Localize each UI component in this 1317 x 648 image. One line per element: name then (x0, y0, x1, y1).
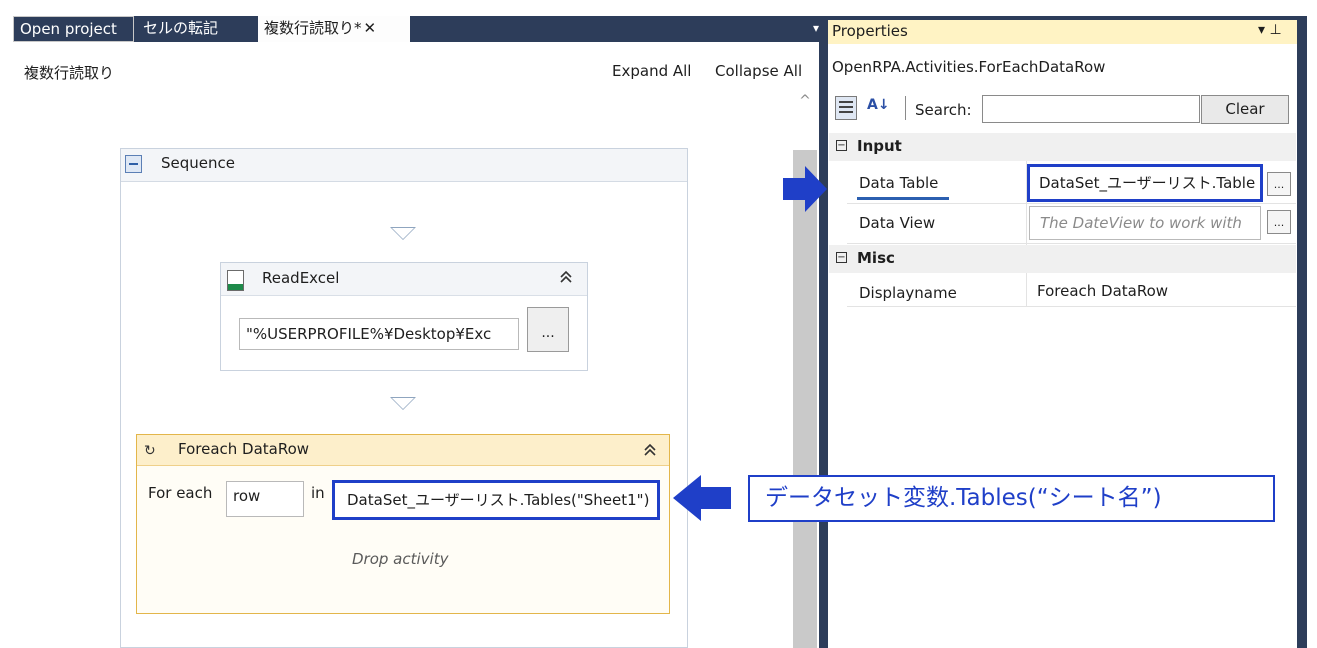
clear-button[interactable]: Clear (1201, 95, 1289, 124)
loop-icon: ↻ (144, 443, 156, 459)
collapse-chevron-icon[interactable] (559, 270, 573, 288)
collapse-chevron-icon[interactable] (643, 443, 657, 461)
collapse-toggle-icon[interactable]: − (836, 140, 847, 151)
sort-alphabetical-icon[interactable]: A↓ (867, 97, 890, 113)
property-value-data-view[interactable]: The DateView to work with (1029, 206, 1261, 240)
ellipsis-button[interactable]: ... (1267, 210, 1291, 234)
pin-icon[interactable]: ▾ ⊥ (1258, 22, 1282, 38)
excel-icon (227, 270, 244, 291)
tab-cell-transfer[interactable]: セルの転記 (137, 16, 255, 42)
sequence-icon (125, 155, 142, 173)
tab-label: 複数行読取り* (264, 19, 362, 37)
item-variable-input[interactable]: row (226, 481, 304, 517)
close-icon[interactable]: ✕ (364, 19, 377, 37)
browse-button[interactable]: ... (527, 307, 569, 352)
for-each-label: For each (148, 484, 213, 502)
categorized-view-icon[interactable] (835, 96, 857, 120)
excel-path-input[interactable]: "%USERPROFILE%¥Desktop¥Exc (239, 318, 519, 350)
collapse-all-button[interactable]: Collapse All (715, 62, 802, 80)
read-excel-title: ReadExcel (262, 269, 340, 287)
top-margin (0, 0, 1317, 16)
property-name-data-view[interactable]: Data View (859, 214, 935, 232)
row-divider (847, 306, 1296, 307)
right-margin (1307, 0, 1317, 648)
breadcrumb[interactable]: 複数行読取り (24, 62, 114, 83)
search-label: Search: (915, 101, 972, 119)
row-divider (847, 203, 1296, 204)
tab-open-project[interactable]: Open project (13, 16, 134, 42)
toolbar-divider (905, 96, 906, 120)
datatable-expression-input[interactable]: DataSet_ユーザーリスト.Tables("Sheet1") (332, 480, 660, 520)
scrollbar-thumb[interactable] (793, 150, 817, 648)
property-value-displayname[interactable]: Foreach DataRow (1037, 282, 1168, 300)
foreach-title: Foreach DataRow (178, 440, 310, 458)
ellipsis-button[interactable]: ... (1267, 172, 1291, 196)
selected-underline (857, 197, 949, 200)
scroll-up-icon[interactable]: ^ (797, 93, 813, 109)
drop-activity-hint[interactable]: Drop activity (352, 550, 448, 568)
double-chevron-up-icon (644, 443, 656, 456)
collapse-toggle-icon[interactable]: − (836, 252, 847, 263)
arrow-left-icon (671, 474, 733, 522)
sequence-title: Sequence (161, 154, 235, 172)
property-value-data-table[interactable]: DataSet_ユーザーリスト.Table (1027, 164, 1263, 202)
drop-target-arrow-icon[interactable] (390, 397, 416, 410)
property-name-data-table[interactable]: Data Table (859, 174, 938, 192)
category-label: Input (857, 137, 902, 155)
in-label: in (311, 484, 325, 502)
tab-multi-row-read[interactable]: 複数行読取り* ✕ (258, 16, 410, 42)
category-label: Misc (857, 249, 895, 267)
app-window: Open project セルの転記 複数行読取り* ✕ ▾ 複数行読取り Exp… (0, 0, 1317, 648)
arrow-right-icon (781, 165, 829, 213)
expand-all-button[interactable]: Expand All (612, 62, 691, 80)
left-margin (0, 16, 13, 648)
annotation-callout: データセット変数.Tables(“シート名”) (748, 475, 1275, 522)
properties-title: Properties (832, 22, 908, 40)
row-divider (847, 243, 1296, 244)
drop-target-arrow-icon[interactable] (390, 227, 416, 240)
property-name-displayname[interactable]: Displayname (859, 284, 957, 302)
activity-class-name: OpenRPA.Activities.ForEachDataRow (832, 58, 1106, 76)
category-misc[interactable] (829, 245, 1296, 273)
double-chevron-up-icon (560, 270, 572, 283)
property-search-input[interactable] (982, 95, 1200, 123)
column-divider (1026, 273, 1027, 307)
